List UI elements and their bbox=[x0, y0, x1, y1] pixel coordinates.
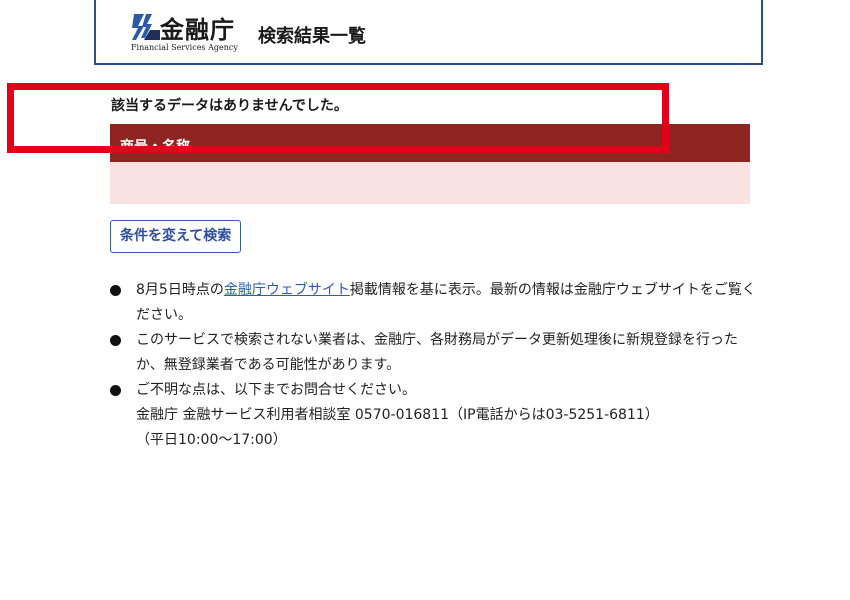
bullet-icon bbox=[110, 385, 121, 396]
column-header-name: 商号・名称 bbox=[120, 139, 190, 155]
logo-english: Financial Services Agency bbox=[131, 43, 238, 52]
logo-kanji: 金融庁 bbox=[160, 16, 235, 44]
results-table-header: 商号・名称 bbox=[110, 124, 750, 162]
note3-line1: ご不明な点は、以下までお問合せください。 bbox=[136, 382, 416, 398]
fsa-logo-icon bbox=[132, 14, 160, 40]
fsa-logo[interactable]: 金融庁 Financial Services Agency bbox=[130, 12, 250, 56]
page-title: 検索結果一覧 bbox=[258, 26, 366, 47]
note2-text: このサービスで検索されない業者は、金融庁、各財務局がデータ更新処理後に新規登録を… bbox=[136, 332, 738, 373]
site-header: 金融庁 Financial Services Agency 検索結果一覧 bbox=[94, 0, 763, 65]
bullet-icon bbox=[110, 335, 121, 346]
bullet-icon bbox=[110, 285, 121, 296]
note1-prefix: 8月5日時点の bbox=[136, 282, 224, 298]
fsa-website-link[interactable]: 金融庁ウェブサイト bbox=[224, 282, 350, 298]
no-data-message: 該当するデータはありませんでした。 bbox=[111, 98, 348, 114]
table-row bbox=[110, 162, 750, 204]
office-hours: （平日10:00〜17:00） bbox=[136, 432, 287, 448]
contact-info: 金融庁 金融サービス利用者相談室 0570-016811（IP電話からは03-5… bbox=[136, 407, 659, 423]
list-item: このサービスで検索されない業者は、金融庁、各財務局がデータ更新処理後に新規登録を… bbox=[110, 328, 760, 378]
list-item: 8月5日時点の金融庁ウェブサイト掲載情報を基に表示。最新の情報は金融庁ウェブサイ… bbox=[110, 278, 760, 328]
search-again-button[interactable]: 条件を変えて検索 bbox=[110, 220, 242, 253]
notes-list: 8月5日時点の金融庁ウェブサイト掲載情報を基に表示。最新の情報は金融庁ウェブサイ… bbox=[110, 278, 760, 453]
list-item: ご不明な点は、以下までお問合せください。 金融庁 金融サービス利用者相談室 05… bbox=[110, 378, 760, 453]
